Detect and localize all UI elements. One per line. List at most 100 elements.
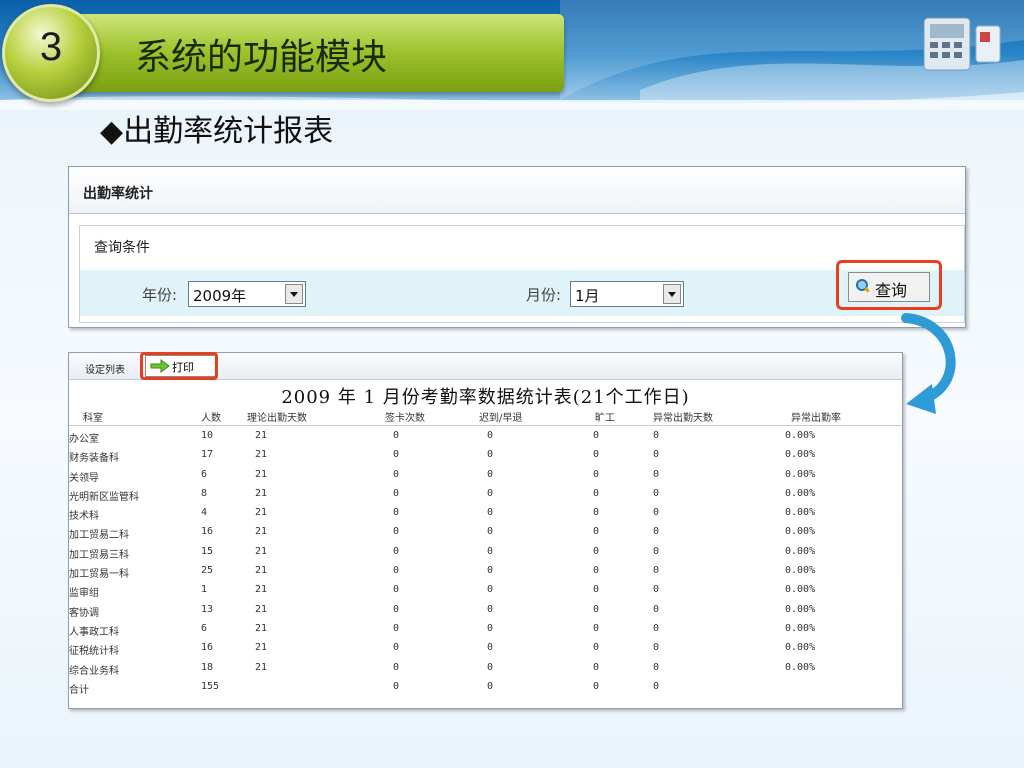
table-cell: 0	[393, 526, 400, 538]
device-icon	[923, 17, 1001, 71]
table-cell: 21	[255, 507, 268, 519]
month-value: 1月	[575, 287, 600, 305]
table-cell: 客协调	[69, 607, 99, 619]
table-cell: 21	[255, 565, 268, 577]
table-cell: 0.00%	[785, 661, 816, 673]
table-cell: 0	[593, 449, 600, 461]
attendance-query-panel: 出勤率统计 查询条件 年份: 2009年 月份: 1月	[68, 166, 966, 328]
table-cell: 21	[255, 584, 268, 596]
table-cell: 办公室	[69, 434, 99, 445]
query-conditions: 查询条件 年份: 2009年 月份: 1月	[79, 225, 965, 323]
table-cell: 21	[255, 661, 268, 673]
table-cell: 0	[393, 661, 400, 673]
table-cell: 征税统计科	[69, 646, 119, 658]
table-cell: 0.00%	[785, 642, 816, 654]
print-button-highlight	[140, 352, 218, 380]
table-row: 合计 155 0 0 0 0	[69, 678, 902, 697]
table-cell: 4	[201, 507, 208, 519]
table-cell: 0	[487, 680, 494, 692]
table-cell: 0	[593, 661, 600, 673]
table-cell: 18	[201, 661, 214, 673]
table-cell: 财务装备科	[69, 453, 119, 465]
table-cell: 0	[393, 507, 400, 519]
table-cell: 0	[487, 449, 494, 461]
column-header: 签卡次数	[385, 413, 425, 424]
table-cell: 0	[487, 507, 494, 519]
table-cell: 0	[653, 487, 660, 499]
table-cell: 1	[201, 584, 208, 596]
table-cell: 0	[393, 603, 400, 615]
table-cell: 17	[201, 449, 214, 461]
table-cell: 加工贸易三科	[69, 549, 129, 561]
table-cell: 0	[393, 468, 400, 480]
table-cell: 0	[653, 565, 660, 577]
table-cell: 合计	[69, 684, 89, 696]
table-cell: 0.00%	[785, 487, 816, 499]
table-cell: 0	[393, 545, 400, 557]
table-cell: 0	[593, 565, 600, 577]
table-cell: 0	[487, 603, 494, 615]
table-cell: 0	[593, 507, 600, 519]
slide-title: 系统的功能模块	[135, 37, 388, 78]
conditions-row: 年份: 2009年 月份: 1月	[80, 270, 964, 316]
table-cell: 21	[255, 642, 268, 654]
curved-arrow-icon	[901, 313, 956, 414]
table-cell: 0	[653, 430, 660, 441]
table-row: 办公室 10 21 0 0 0 0 0.00%	[69, 427, 902, 446]
table-row: 监审组 1 21 0 0 0 0 0.00%	[69, 581, 902, 600]
table-cell: 0.00%	[785, 430, 816, 441]
year-value: 2009年	[193, 287, 247, 305]
table-cell: 15	[201, 545, 214, 557]
table-cell: 0	[593, 430, 600, 441]
table-cell: 21	[255, 545, 268, 557]
chevron-down-icon[interactable]	[663, 284, 681, 304]
table-cell: 0	[393, 449, 400, 461]
table-cell: 0	[487, 584, 494, 596]
table-cell: 6	[201, 622, 208, 634]
year-select[interactable]: 2009年	[188, 281, 306, 307]
panel-title: 出勤率统计	[83, 186, 153, 202]
table-cell: 21	[255, 526, 268, 538]
table-cell: 21	[255, 487, 268, 499]
table-cell: 0	[487, 430, 494, 441]
table-cell: 0	[653, 545, 660, 557]
conditions-title: 查询条件	[94, 240, 150, 256]
column-header: 迟到/早退	[479, 413, 523, 424]
table-cell: 0.00%	[785, 545, 816, 557]
table-cell: 0	[653, 642, 660, 654]
table-cell: 监审组	[69, 588, 99, 600]
table-row: 客协调 13 21 0 0 0 0 0.00%	[69, 601, 902, 620]
table-cell: 0	[593, 603, 600, 615]
table-cell: 0	[487, 661, 494, 673]
table-cell: 0	[393, 487, 400, 499]
table-row: 人事政工科 6 21 0 0 0 0 0.00%	[69, 620, 902, 639]
table-cell: 0	[593, 526, 600, 538]
section-badge: 3	[2, 4, 100, 102]
table-cell: 0.00%	[785, 603, 816, 615]
table-cell: 0	[487, 526, 494, 538]
table-cell: 0	[487, 487, 494, 499]
table-cell: 8	[201, 487, 208, 499]
table-cell: 155	[201, 680, 220, 692]
table-cell: 0.00%	[785, 622, 816, 634]
table-cell: 21	[255, 603, 268, 615]
table-cell: 10	[201, 430, 214, 441]
table-cell: 0	[487, 622, 494, 634]
year-label: 年份:	[142, 286, 178, 304]
table-row: 征税统计科 16 21 0 0 0 0 0.00%	[69, 639, 902, 658]
chevron-down-icon[interactable]	[285, 284, 303, 304]
table-cell: 0	[487, 642, 494, 654]
month-select[interactable]: 1月	[570, 281, 684, 307]
report-title: 2009 年 1 月份考勤率数据统计表(21个工作日)	[281, 387, 690, 408]
table-row: 加工贸易一科 25 21 0 0 0 0 0.00%	[69, 562, 902, 581]
table-cell: 0.00%	[785, 584, 816, 596]
table-cell: 光明新区监管科	[69, 491, 139, 503]
table-cell: 综合业务科	[69, 665, 119, 677]
table-cell: 21	[255, 468, 268, 480]
panel-header	[69, 167, 965, 214]
tab-settings-list[interactable]: 设定列表	[85, 361, 125, 376]
table-cell: 0	[593, 680, 600, 692]
section-number: 3	[39, 25, 63, 69]
table-cell: 16	[201, 526, 214, 538]
table-cell: 0	[653, 507, 660, 519]
